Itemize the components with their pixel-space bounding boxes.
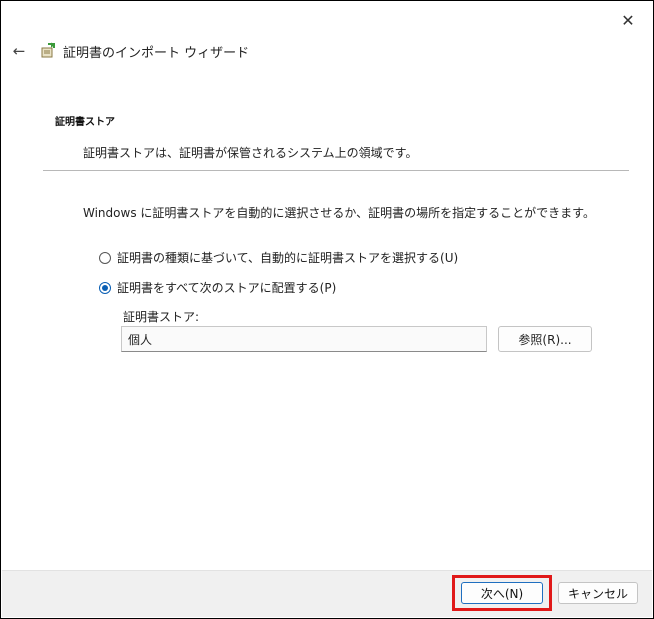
- certificate-wizard-icon: [39, 42, 57, 60]
- wizard-header: ← 証明書のインポート ウィザード: [9, 39, 249, 63]
- footer-bar: [2, 570, 652, 617]
- radio-button-unchecked[interactable]: [99, 251, 111, 264]
- wizard-title: 証明書のインポート ウィザード: [63, 45, 250, 61]
- section-title: 証明書ストア: [55, 117, 115, 128]
- radio-place-in-store[interactable]: 証明書をすべて次のストアに配置する(P): [99, 279, 336, 296]
- browse-button[interactable]: 参照(R)...: [498, 326, 592, 352]
- store-field-label: 証明書ストア:: [123, 310, 200, 324]
- close-icon[interactable]: ✕: [617, 9, 639, 31]
- store-input[interactable]: 個人: [121, 326, 487, 352]
- radio-auto-select-label: 証明書の種類に基づいて、自動的に証明書ストアを選択する(U): [117, 251, 459, 265]
- section-description: 証明書ストアは、証明書が保管されるシステム上の領域です。: [83, 146, 418, 160]
- divider: [43, 170, 629, 171]
- back-arrow-icon[interactable]: ←: [9, 41, 29, 61]
- next-button[interactable]: 次へ(N): [461, 582, 543, 604]
- radio-auto-select-store[interactable]: 証明書の種類に基づいて、自動的に証明書ストアを選択する(U): [99, 249, 458, 266]
- radio-place-in-store-label: 証明書をすべて次のストアに配置する(P): [117, 281, 337, 295]
- wizard-window: ✕ ← 証明書のインポート ウィザード 証明書ストア 証明書ストアは、証明書が保…: [0, 0, 654, 619]
- instruction-text: Windows に証明書ストアを自動的に選択させるか、証明書の場所を指定すること…: [83, 206, 595, 220]
- cancel-button[interactable]: キャンセル: [558, 582, 638, 604]
- radio-button-checked[interactable]: [99, 281, 111, 294]
